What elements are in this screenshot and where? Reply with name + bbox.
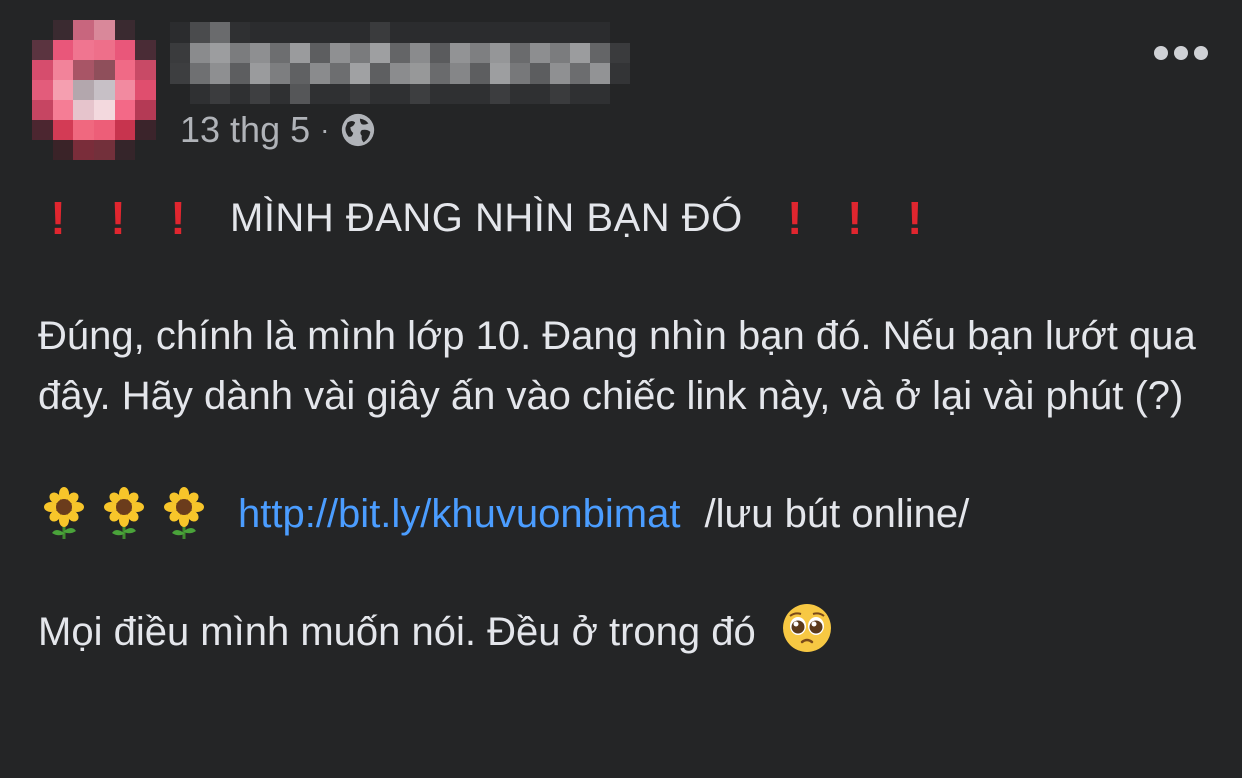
red-exclamation-icon: ! [847, 192, 863, 244]
red-exclamation-icon: ! [170, 192, 186, 244]
red-exclamation-icon: ! [50, 192, 66, 244]
red-exclamation-icon: ! [110, 192, 126, 244]
red-exclamation-icon: ! [787, 192, 803, 244]
post-link-suffix: /lưu bút online/ [704, 492, 970, 536]
meta-separator: · [320, 114, 330, 145]
post-link[interactable]: http://bit.ly/khuvuonbimat [238, 484, 680, 544]
globe-icon[interactable] [339, 111, 377, 149]
post-headline-line: ! ! ! MÌNH ĐANG NHÌN BẠN ĐÓ ! ! ! [38, 188, 1208, 248]
pleading-face-icon [782, 604, 831, 653]
post-closing: Mọi điều mình muốn nói. Đều ở trong đó [38, 610, 756, 654]
post-body: Đúng, chính là mình lớp 10. Đang nhìn bạ… [38, 314, 1196, 418]
sunflower-icon [104, 487, 144, 539]
post-timestamp[interactable]: 13 thg 5 [180, 109, 310, 151]
more-options-icon [1154, 46, 1168, 60]
post-link-line: http://bit.ly/khuvuonbimat /lưu bút onli… [38, 484, 1208, 544]
post-content: ! ! ! MÌNH ĐANG NHÌN BẠN ĐÓ ! ! ! Đúng, … [38, 188, 1208, 662]
post-meta: 13 thg 5 · [180, 108, 377, 152]
post-headline: MÌNH ĐANG NHÌN BẠN ĐÓ [230, 196, 743, 240]
author-name-redacted[interactable] [170, 22, 630, 104]
sunflower-icon [164, 487, 204, 539]
post-closing-line: Mọi điều mình muốn nói. Đều ở trong đó [38, 602, 1208, 662]
red-exclamation-icon: ! [907, 192, 923, 244]
sunflower-icon [44, 487, 84, 539]
more-options-button[interactable] [1154, 46, 1208, 60]
avatar[interactable] [32, 20, 156, 160]
